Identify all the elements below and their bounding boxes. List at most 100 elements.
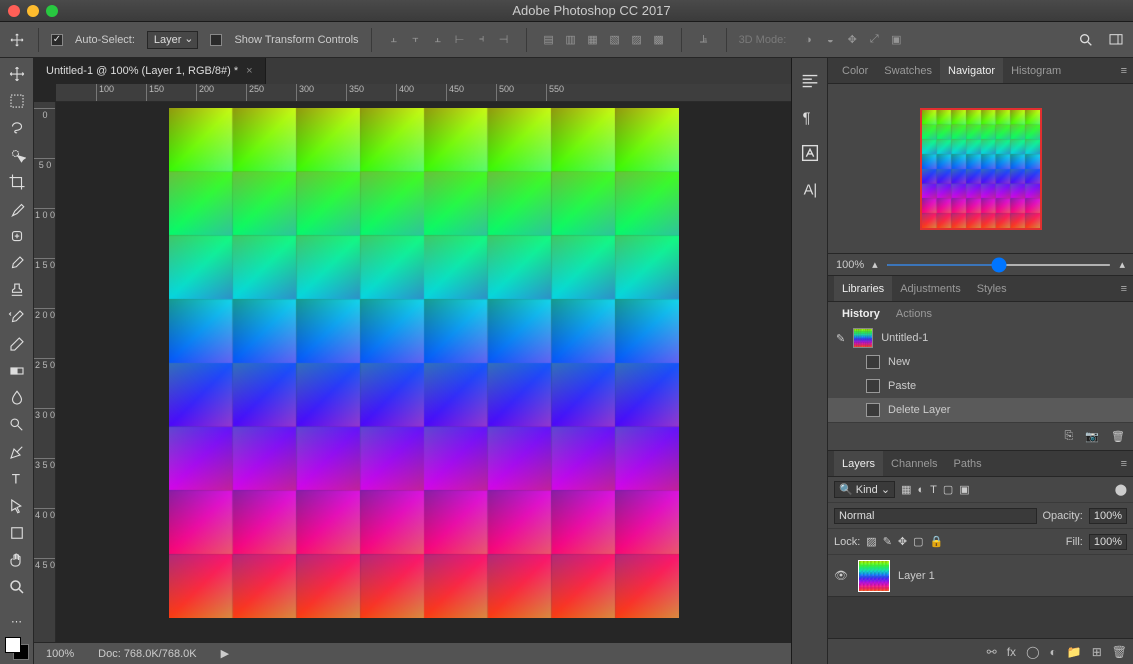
path-select-tool[interactable] — [5, 494, 29, 517]
blur-tool[interactable] — [5, 386, 29, 409]
3d-slide-icon[interactable]: ⤢ — [864, 30, 884, 50]
distribute-icon[interactable]: ▩ — [649, 30, 669, 50]
tab-color[interactable]: Color — [834, 58, 876, 83]
distribute-icon[interactable]: ▤ — [539, 30, 559, 50]
layer-style-icon[interactable]: fx — [1007, 645, 1016, 659]
tab-history[interactable]: History — [834, 308, 888, 320]
visibility-icon[interactable]: 👁 — [834, 569, 850, 582]
adjustment-layer-icon[interactable]: ◐ — [1050, 645, 1057, 659]
distribute-icon[interactable]: ▥ — [561, 30, 581, 50]
filter-adjustment-icon[interactable]: ◐ — [917, 484, 924, 496]
delete-layer-icon[interactable]: 🗑 — [1112, 645, 1127, 659]
healing-tool[interactable] — [5, 224, 29, 247]
tab-paths[interactable]: Paths — [946, 451, 990, 476]
tab-layers[interactable]: Layers — [834, 451, 883, 476]
auto-select-target-dropdown[interactable]: Layer — [147, 31, 199, 49]
zoom-tool[interactable] — [5, 575, 29, 598]
filter-toggle[interactable]: ⬤ — [1115, 483, 1127, 496]
gradient-tool[interactable] — [5, 359, 29, 382]
distribute-icon[interactable]: ▧ — [605, 30, 625, 50]
paragraph-icon[interactable]: ¶ — [799, 106, 821, 128]
color-swatches[interactable] — [3, 637, 31, 660]
brush-tool[interactable] — [5, 251, 29, 274]
document-canvas[interactable] — [169, 108, 679, 618]
status-zoom[interactable]: 100% — [46, 648, 74, 660]
status-doc-info[interactable]: Doc: 768.0K/768.0K — [98, 648, 196, 660]
trash-icon[interactable]: 🗑 — [1111, 430, 1125, 443]
filter-pixel-icon[interactable]: ▦ — [901, 483, 911, 496]
stamp-tool[interactable] — [5, 278, 29, 301]
align-vcenter-icon[interactable]: ⫟ — [406, 30, 426, 50]
distribute-icon[interactable]: ▦ — [583, 30, 603, 50]
status-arrow-icon[interactable]: ▶ — [221, 647, 229, 660]
ruler-horizontal[interactable]: 100150200250300350400450500550 — [56, 84, 791, 102]
lock-image-icon[interactable]: ✎ — [883, 535, 892, 548]
eraser-tool[interactable] — [5, 332, 29, 355]
navigator-zoom-slider[interactable] — [886, 264, 1112, 266]
filter-shape-icon[interactable]: ▢ — [943, 483, 953, 496]
history-item[interactable]: New — [828, 350, 1133, 374]
dodge-tool[interactable] — [5, 413, 29, 436]
align-bottom-icon[interactable]: ⫠ — [428, 30, 448, 50]
link-layers-icon[interactable]: ⚯ — [987, 645, 997, 659]
workspace-icon[interactable] — [1107, 31, 1125, 49]
tab-navigator[interactable]: Navigator — [940, 58, 1003, 83]
history-brush-tool[interactable] — [5, 305, 29, 328]
align-top-icon[interactable]: ⫠ — [384, 30, 404, 50]
filter-type-icon[interactable]: T — [930, 484, 937, 496]
tab-libraries[interactable]: Libraries — [834, 276, 892, 301]
lock-artboard-icon[interactable]: ▢ — [913, 535, 923, 548]
align-left-icon[interactable]: ⊢ — [450, 30, 470, 50]
tab-styles[interactable]: Styles — [969, 276, 1015, 301]
eyedropper-tool[interactable] — [5, 197, 29, 220]
navigator-preview[interactable] — [920, 108, 1042, 230]
show-transform-checkbox[interactable] — [210, 34, 222, 46]
layer-item[interactable]: 👁 Layer 1 — [828, 555, 1133, 597]
tab-histogram[interactable]: Histogram — [1003, 58, 1069, 83]
shape-tool[interactable] — [5, 521, 29, 544]
filter-smart-icon[interactable]: ▣ — [959, 483, 969, 496]
3d-pan-icon[interactable]: ✥ — [842, 30, 862, 50]
pen-tool[interactable] — [5, 440, 29, 463]
tab-adjustments[interactable]: Adjustments — [892, 276, 969, 301]
document-tab[interactable]: Untitled-1 @ 100% (Layer 1, RGB/8#) * × — [34, 58, 266, 84]
edit-toolbar-icon[interactable]: ⋯ — [5, 610, 29, 633]
align-right-icon[interactable]: ⊣ — [494, 30, 514, 50]
layer-name[interactable]: Layer 1 — [898, 570, 935, 582]
tab-channels[interactable]: Channels — [883, 451, 945, 476]
search-icon[interactable] — [1077, 31, 1095, 49]
opacity-value[interactable]: 100% — [1089, 508, 1127, 524]
history-item[interactable]: Paste — [828, 374, 1133, 398]
paragraph-styles-icon[interactable] — [799, 70, 821, 92]
window-minimize-button[interactable] — [27, 5, 39, 17]
history-item[interactable]: Delete Layer — [828, 398, 1133, 422]
quick-select-tool[interactable] — [5, 143, 29, 166]
fill-value[interactable]: 100% — [1089, 534, 1127, 550]
glyphs-icon[interactable] — [799, 142, 821, 164]
distribute-icon[interactable]: ▨ — [627, 30, 647, 50]
align-hcenter-icon[interactable]: ⫞ — [472, 30, 492, 50]
history-doc-row[interactable]: ✎ Untitled-1 — [828, 326, 1133, 350]
lasso-tool[interactable] — [5, 116, 29, 139]
character-icon[interactable]: A| — [799, 178, 821, 200]
lock-position-icon[interactable]: ✥ — [898, 535, 907, 548]
close-tab-icon[interactable]: × — [246, 65, 252, 77]
tab-actions[interactable]: Actions — [888, 308, 940, 320]
3d-roll-icon[interactable]: ◒ — [820, 30, 840, 50]
hand-tool[interactable] — [5, 548, 29, 571]
layer-thumbnail[interactable] — [858, 560, 890, 592]
3d-orbit-icon[interactable]: ◑ — [798, 30, 818, 50]
zoom-out-icon[interactable]: ▴ — [872, 258, 878, 271]
crop-tool[interactable] — [5, 170, 29, 193]
lock-all-icon[interactable]: 🔒 — [930, 535, 944, 548]
layer-filter-kind[interactable]: 🔍 Kind ⌄ — [834, 481, 895, 498]
create-document-icon[interactable]: ⎘ — [1065, 430, 1074, 443]
panel-menu-icon[interactable]: ≡ — [1121, 458, 1127, 470]
snapshot-icon[interactable]: 📷 — [1085, 430, 1099, 443]
layer-mask-icon[interactable]: ◯ — [1026, 645, 1039, 659]
auto-align-icon[interactable]: ⫡ — [694, 30, 714, 50]
group-icon[interactable]: 📁 — [1067, 645, 1082, 659]
zoom-in-icon[interactable]: ▴ — [1119, 258, 1125, 271]
panel-menu-icon[interactable]: ≡ — [1121, 283, 1127, 295]
type-tool[interactable]: T — [5, 467, 29, 490]
